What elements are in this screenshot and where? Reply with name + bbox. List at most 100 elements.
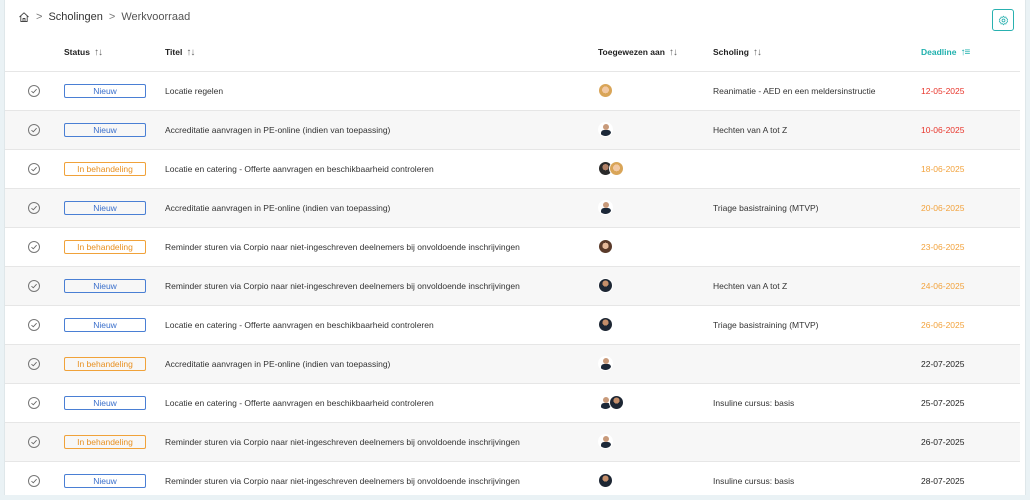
cell-titel: Reminder sturen via Corpio naar niet-ing…	[165, 461, 598, 500]
check-circle-icon[interactable]	[28, 201, 40, 214]
task-title[interactable]: Locatie en catering - Offerte aanvragen …	[165, 398, 434, 408]
table-row[interactable]: Nieuw Reminder sturen via Corpio naar ni…	[5, 461, 1020, 500]
breadcrumb-separator: >	[108, 10, 116, 23]
table-row[interactable]: In behandeling Locatie en catering - Off…	[5, 149, 1020, 188]
cell-titel: Reminder sturen via Corpio naar niet-ing…	[165, 227, 598, 266]
breadcrumb-item-scholingen[interactable]: Scholingen	[48, 11, 102, 23]
cell-scholing: Reanimatie - AED en een meldersinstructi…	[713, 71, 921, 110]
table-row[interactable]: Nieuw Locatie en catering - Offerte aanv…	[5, 383, 1020, 422]
avatar[interactable]	[598, 278, 613, 293]
avatar[interactable]	[609, 161, 624, 176]
check-circle-icon[interactable]	[28, 162, 40, 175]
cell-status: In behandeling	[64, 227, 165, 266]
werkvoorraad-table: Status ↑↓ Titel ↑↓ Toegewezen aan ↑↓ Scholi…	[5, 35, 1020, 500]
table-row[interactable]: Nieuw Reminder sturen via Corpio naar ni…	[5, 266, 1020, 305]
header-status-label: Status	[64, 47, 90, 58]
task-title[interactable]: Accreditatie aanvragen in PE-online (ind…	[165, 203, 390, 213]
header-status[interactable]: Status ↑↓	[64, 35, 165, 71]
avatar[interactable]	[598, 83, 613, 98]
task-title[interactable]: Reminder sturen via Corpio naar niet-ing…	[165, 281, 520, 291]
table-row[interactable]: Nieuw Accreditatie aanvragen in PE-onlin…	[5, 188, 1020, 227]
deadline-date: 23-06-2025	[921, 241, 965, 252]
task-title[interactable]: Locatie regelen	[165, 86, 223, 96]
header-deadline[interactable]: Deadline ↑≡	[921, 35, 1020, 71]
table-row[interactable]: In behandeling Reminder sturen via Corpi…	[5, 227, 1020, 266]
status-badge[interactable]: Nieuw	[64, 395, 146, 410]
status-badge[interactable]: In behandeling	[64, 356, 146, 371]
home-icon[interactable]	[17, 10, 30, 23]
cell-scholing: Triage basistraining (MTVP)	[713, 188, 921, 227]
avatar[interactable]	[598, 239, 613, 254]
check-circle-icon[interactable]	[28, 435, 40, 448]
check-circle-icon[interactable]	[28, 357, 40, 370]
table-row[interactable]: Nieuw Accreditatie aanvragen in PE-onlin…	[5, 110, 1020, 149]
scholing-name: Hechten van A tot Z	[713, 280, 788, 291]
table-row[interactable]: Nieuw Locatie regelen Reanimatie - AED e…	[5, 71, 1020, 110]
header-scholing[interactable]: Scholing ↑↓	[713, 35, 921, 71]
header-deadline-label: Deadline	[921, 47, 957, 58]
cell-deadline: 10-06-2025	[921, 110, 1020, 149]
status-badge[interactable]: Nieuw	[64, 473, 146, 488]
sort-icon[interactable]: ↑↓	[94, 47, 103, 58]
avatar[interactable]	[609, 395, 624, 410]
sort-icon[interactable]: ↑↓	[753, 47, 762, 58]
task-title[interactable]: Accreditatie aanvragen in PE-online (ind…	[165, 359, 390, 369]
scholing-name: Insuline cursus: basis	[713, 475, 795, 486]
task-title[interactable]: Reminder sturen via Corpio naar niet-ing…	[165, 476, 520, 486]
sort-ascending-icon[interactable]: ↑≡	[960, 47, 970, 58]
cell-toegewezen	[598, 227, 713, 266]
status-badge[interactable]: Nieuw	[64, 317, 146, 332]
cell-titel: Locatie en catering - Offerte aanvragen …	[165, 149, 598, 188]
table-row[interactable]: In behandeling Reminder sturen via Corpi…	[5, 422, 1020, 461]
status-badge[interactable]: Nieuw	[64, 200, 146, 215]
header-titel[interactable]: Titel ↑↓	[165, 35, 598, 71]
cell-toegewezen	[598, 71, 713, 110]
task-title[interactable]: Locatie en catering - Offerte aanvragen …	[165, 164, 434, 174]
avatar[interactable]	[598, 317, 613, 332]
status-badge[interactable]: Nieuw	[64, 278, 146, 293]
check-circle-icon[interactable]	[28, 474, 40, 487]
task-title[interactable]: Reminder sturen via Corpio naar niet-ing…	[165, 242, 520, 252]
settings-button[interactable]	[992, 9, 1014, 31]
table-row[interactable]: In behandeling Accreditatie aanvragen in…	[5, 344, 1020, 383]
cell-titel: Locatie regelen	[165, 71, 598, 110]
check-circle-icon[interactable]	[28, 240, 40, 253]
check-circle-icon[interactable]	[28, 123, 40, 136]
avatar[interactable]	[598, 434, 613, 449]
header-check	[5, 35, 64, 71]
status-badge[interactable]: Nieuw	[64, 122, 146, 137]
cell-check	[5, 149, 64, 188]
check-circle-icon[interactable]	[28, 279, 40, 292]
header-toegewezen[interactable]: Toegewezen aan ↑↓	[598, 35, 713, 71]
topbar: > Scholingen > Werkvoorraad	[5, 0, 1025, 35]
cell-titel: Reminder sturen via Corpio naar niet-ing…	[165, 266, 598, 305]
avatar[interactable]	[598, 473, 613, 489]
deadline-date: 26-07-2025	[921, 436, 965, 447]
status-badge[interactable]: In behandeling	[64, 161, 146, 176]
table-header: Status ↑↓ Titel ↑↓ Toegewezen aan ↑↓ Scholi…	[5, 35, 1020, 71]
cell-scholing: Hechten van A tot Z	[713, 110, 921, 149]
cell-check	[5, 71, 64, 110]
task-title[interactable]: Reminder sturen via Corpio naar niet-ing…	[165, 437, 520, 447]
sort-icon[interactable]: ↑↓	[669, 47, 678, 58]
cell-deadline: 26-06-2025	[921, 305, 1020, 344]
status-badge[interactable]: In behandeling	[64, 239, 146, 254]
task-title[interactable]: Locatie en catering - Offerte aanvragen …	[165, 320, 434, 330]
table-row[interactable]: Nieuw Locatie en catering - Offerte aanv…	[5, 305, 1020, 344]
status-badge[interactable]: In behandeling	[64, 434, 146, 449]
avatar[interactable]	[598, 200, 613, 215]
check-circle-icon[interactable]	[28, 396, 40, 409]
header-toegewezen-label: Toegewezen aan	[598, 47, 665, 58]
avatar[interactable]	[598, 356, 613, 371]
avatar[interactable]	[598, 122, 613, 137]
status-badge[interactable]: Nieuw	[64, 83, 146, 98]
cell-check	[5, 305, 64, 344]
cell-scholing	[713, 227, 921, 266]
assignee-avatars	[598, 161, 713, 176]
breadcrumb-separator: >	[36, 10, 43, 23]
check-circle-icon[interactable]	[28, 318, 40, 331]
assignee-avatars	[598, 395, 713, 410]
check-circle-icon[interactable]	[28, 84, 40, 97]
sort-icon[interactable]: ↑↓	[186, 47, 195, 58]
task-title[interactable]: Accreditatie aanvragen in PE-online (ind…	[165, 125, 390, 135]
